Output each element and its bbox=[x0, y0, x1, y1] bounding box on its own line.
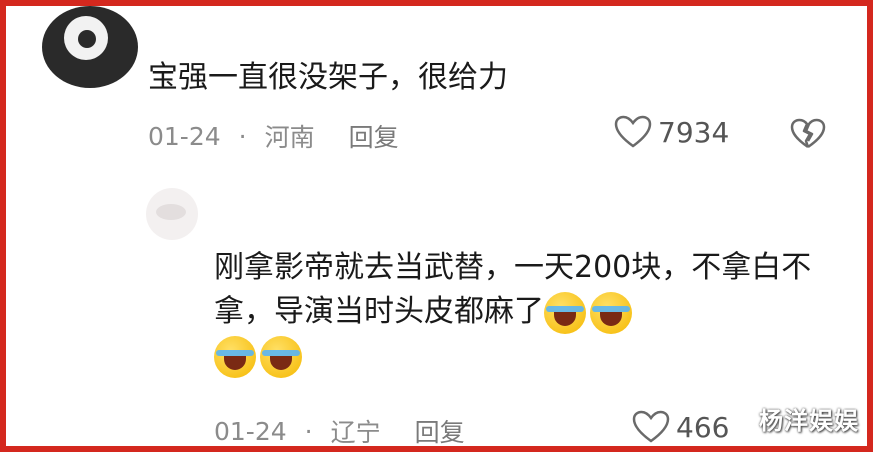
reply-date: 01-24 bbox=[214, 416, 287, 446]
watermark: 杨洋娱娱 bbox=[759, 407, 859, 435]
laughing-crying-emoji bbox=[260, 335, 302, 378]
reply-like-button[interactable]: 466 bbox=[632, 410, 729, 444]
comment-text: 宝强一直很没架子，很给力 bbox=[148, 60, 508, 95]
reply-text: 刚拿影帝就去当武替，一天200块，不拿白不拿，导演当时头皮都麻了 bbox=[214, 246, 834, 378]
dislike-button[interactable] bbox=[790, 118, 826, 154]
reply-location: 辽宁 bbox=[330, 418, 381, 447]
reply-meta: 01-24 · 辽宁 回复 bbox=[214, 413, 465, 449]
reply-button[interactable]: 回复 bbox=[349, 118, 399, 154]
heart-icon bbox=[614, 115, 652, 148]
reply-button[interactable]: 回复 bbox=[415, 413, 465, 449]
laughing-crying-emoji bbox=[214, 335, 256, 378]
reply-like-count: 466 bbox=[676, 410, 730, 444]
heart-icon bbox=[632, 410, 670, 443]
laughing-crying-emoji bbox=[590, 291, 632, 334]
comment-date: 01-24 bbox=[148, 121, 221, 151]
laughing-crying-emoji bbox=[544, 291, 586, 334]
commenter-avatar[interactable] bbox=[42, 6, 138, 88]
meta-separator: · bbox=[304, 416, 313, 446]
comment-location: 河南 bbox=[264, 123, 315, 152]
reply-text-content: 刚拿影帝就去当武替，一天200块，不拿白不拿，导演当时头皮都麻了 bbox=[214, 250, 812, 329]
broken-heart-icon bbox=[790, 118, 826, 149]
meta-separator: · bbox=[238, 121, 247, 151]
like-button[interactable]: 7934 bbox=[614, 115, 729, 149]
like-count: 7934 bbox=[658, 115, 730, 149]
comment-meta: 01-24 · 河南 回复 bbox=[148, 118, 399, 154]
reply-avatar[interactable] bbox=[146, 188, 198, 240]
